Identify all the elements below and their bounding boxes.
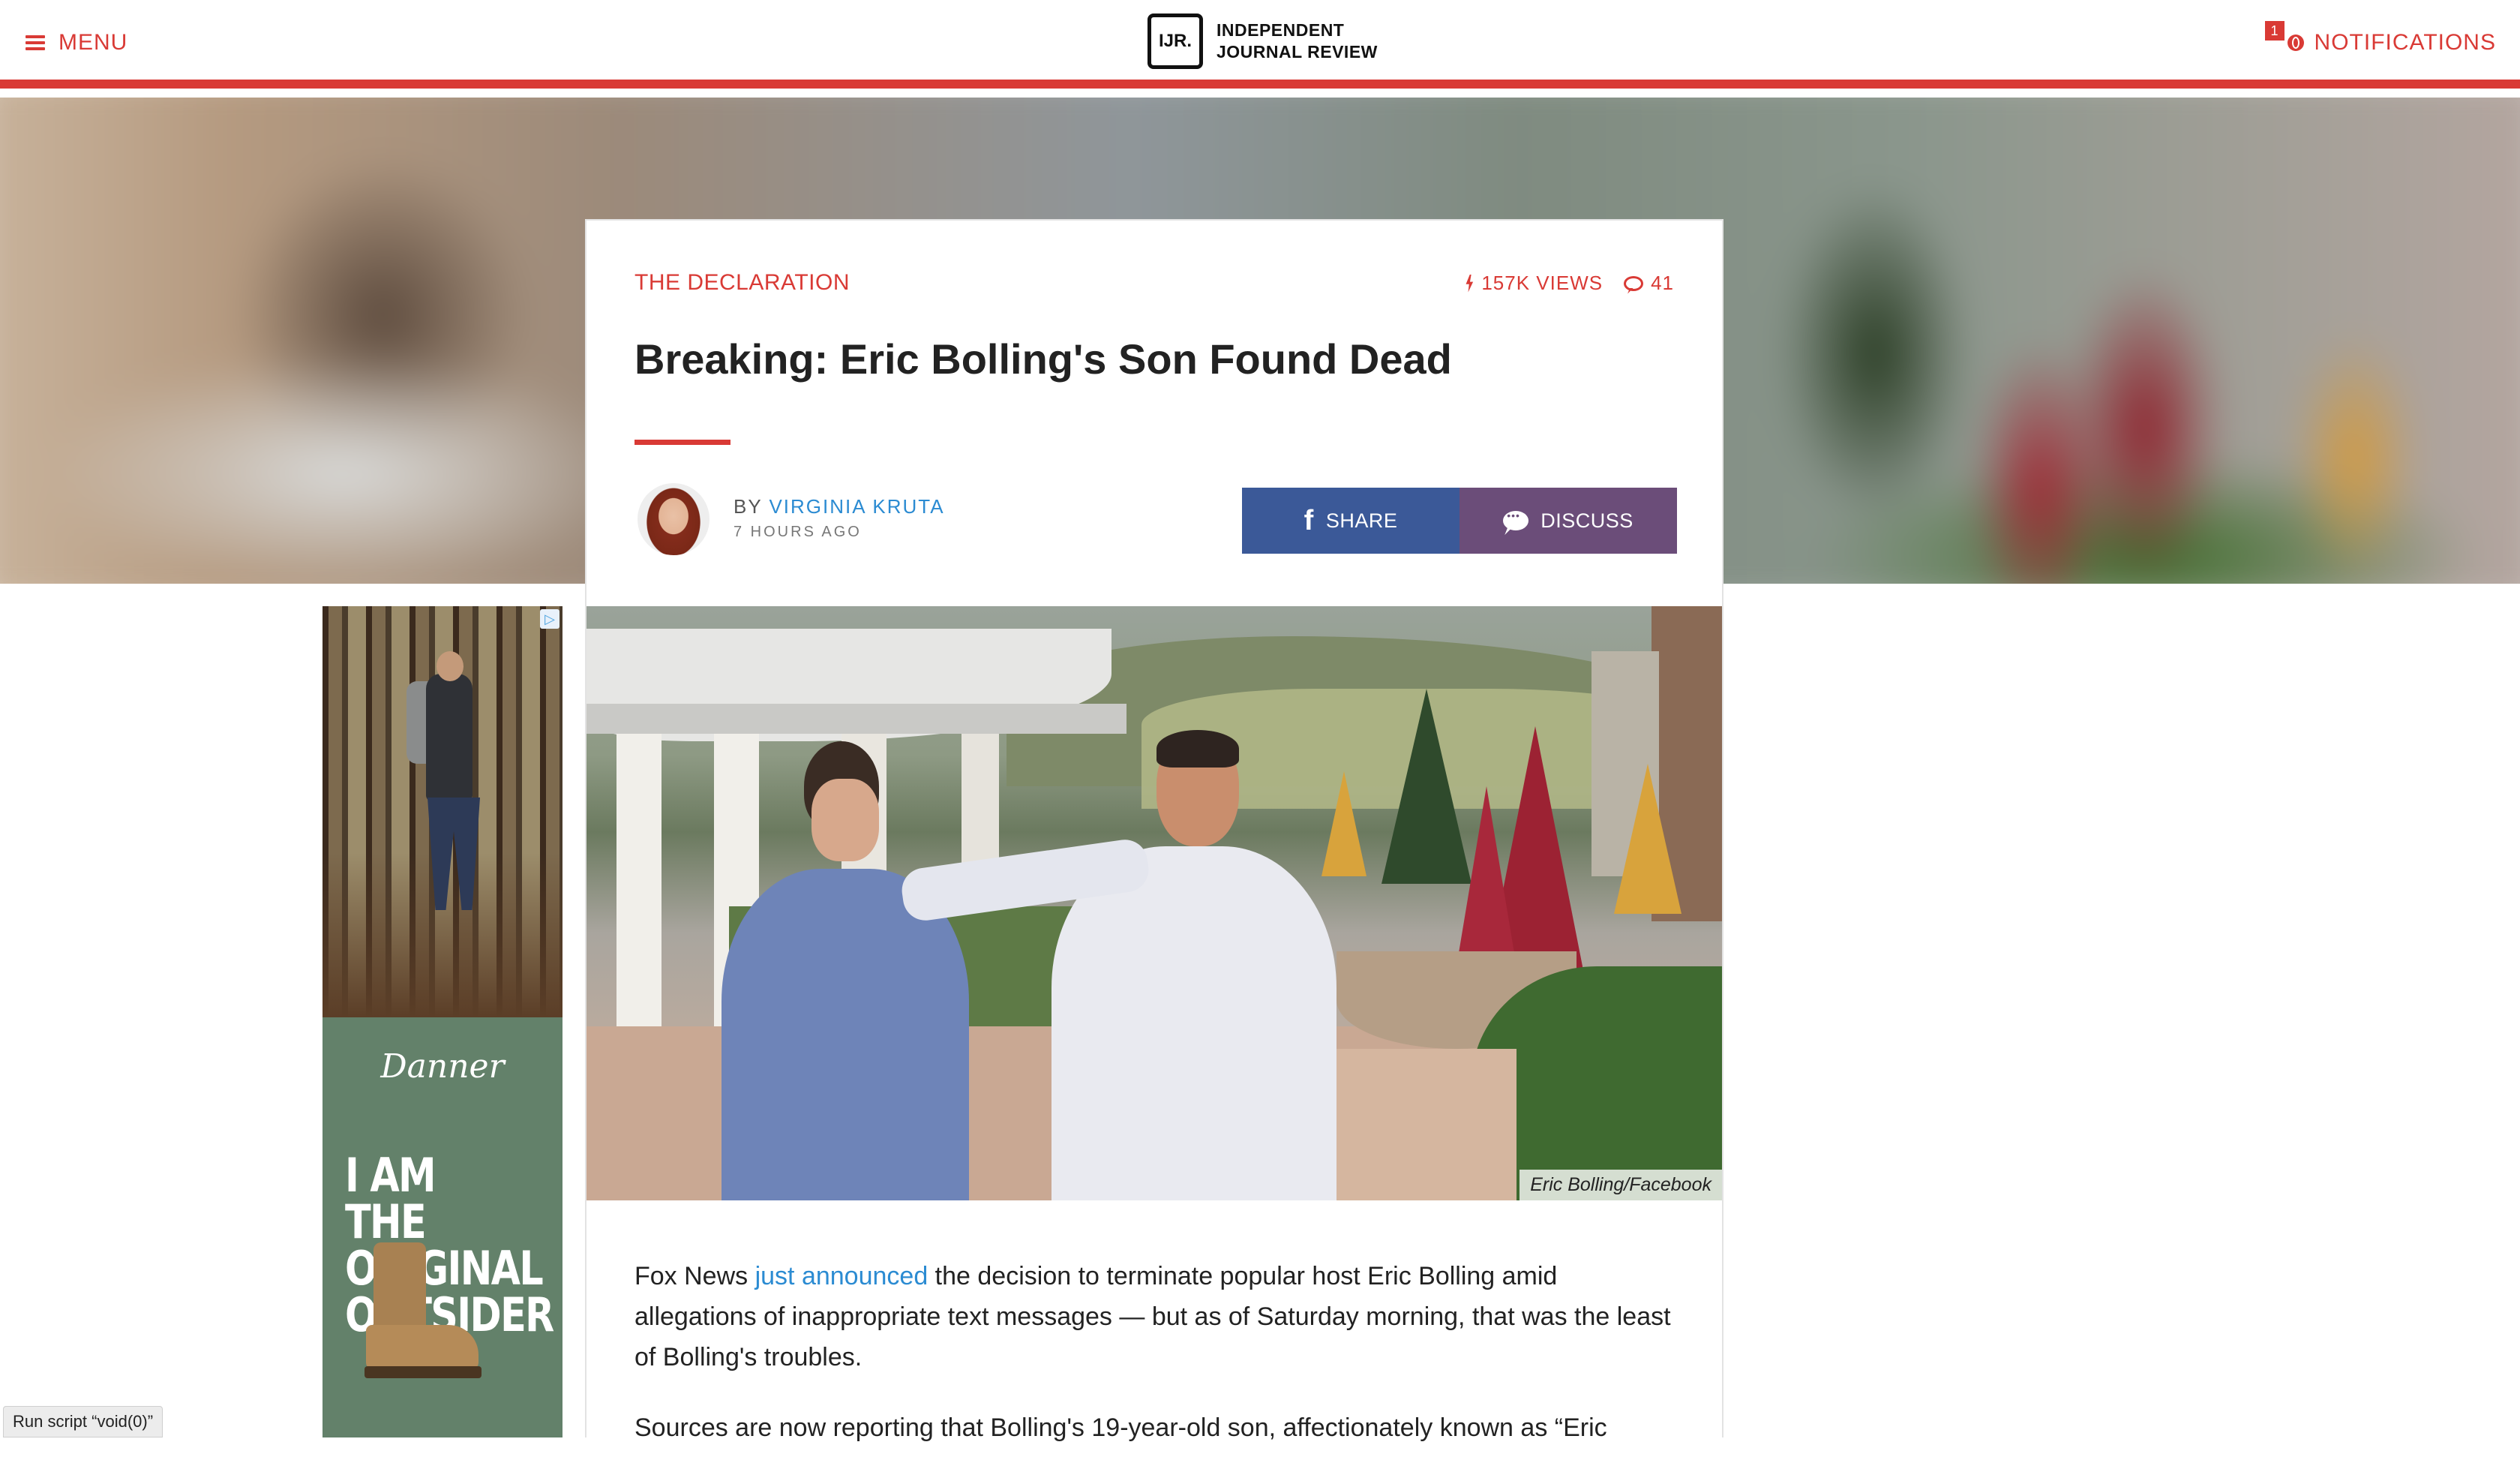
views-count: 157K VIEWS xyxy=(1465,272,1603,295)
logo-line-2: JOURNAL REVIEW xyxy=(1216,42,1378,62)
facebook-icon: f xyxy=(1304,504,1314,536)
article-card: THE DECLARATION 157K VIEWS 41 Breaking: … xyxy=(585,219,1724,1442)
top-navigation-bar: MENU IJR. INDEPENDENT JOURNAL REVIEW 1 N… xyxy=(0,0,2520,89)
article-body: Fox News just announced the decision to … xyxy=(634,1256,1677,1478)
article-headline: Breaking: Eric Bolling's Son Found Dead xyxy=(634,335,1452,383)
author-avatar[interactable] xyxy=(638,483,710,555)
sidebar-advertisement[interactable]: ▷ Danner I AM THE ORIGINAL OUTSIDER xyxy=(322,606,562,1437)
article-category-link[interactable]: THE DECLARATION xyxy=(634,270,850,296)
logo-mark: IJR. xyxy=(1148,14,1203,69)
article-stats: 157K VIEWS 41 xyxy=(1465,272,1674,295)
browser-status-bar: Run script “void(0)” xyxy=(3,1406,164,1437)
site-logo[interactable]: IJR. INDEPENDENT JOURNAL REVIEW xyxy=(1148,14,1378,69)
author-link[interactable]: VIRGINIA KRUTA xyxy=(769,495,944,518)
article-photo[interactable]: Eric Bolling/Facebook xyxy=(586,606,1722,1200)
photo-caption: Eric Bolling/Facebook xyxy=(1520,1170,1722,1200)
notification-count-badge: 1 xyxy=(2264,21,2284,41)
publish-time: 7 HOURS AGO xyxy=(734,524,862,540)
body-paragraph: Fox News just announced the decision to … xyxy=(634,1262,1671,1371)
comments-count[interactable]: 41 xyxy=(1624,272,1674,295)
body-paragraph: Sources are now reporting that Bolling's… xyxy=(634,1413,1607,1442)
notifications-button[interactable]: 1 NOTIFICATIONS xyxy=(2264,21,2496,56)
views-label: 157K VIEWS xyxy=(1481,272,1604,294)
share-buttons: f SHARE DISCUSS xyxy=(1242,488,1677,554)
discuss-button[interactable]: DISCUSS xyxy=(1460,488,1677,554)
ad-brand-logo: Danner xyxy=(380,1047,505,1086)
facebook-share-button[interactable]: f SHARE xyxy=(1242,488,1460,554)
ad-brand-panel: Danner I AM THE ORIGINAL OUTSIDER xyxy=(322,1017,562,1437)
logo-line-1: INDEPENDENT xyxy=(1216,20,1345,40)
ad-hiker-photo xyxy=(322,606,562,1017)
share-label: SHARE xyxy=(1325,509,1398,532)
ad-choices-icon[interactable]: ▷ xyxy=(540,609,560,629)
byline: BY VIRGINIA KRUTA xyxy=(734,495,945,518)
boot-image xyxy=(358,1242,482,1385)
menu-label: MENU xyxy=(58,30,128,55)
ad-headline-line: I AM THE xyxy=(345,1148,436,1249)
logo-wordmark: INDEPENDENT JOURNAL REVIEW xyxy=(1216,20,1378,63)
just-announced-link[interactable]: just announced xyxy=(755,1262,928,1290)
byline-prefix: BY xyxy=(734,495,763,518)
headline-divider xyxy=(634,440,730,445)
globe-icon: 1 xyxy=(2264,21,2304,51)
comments-label: 41 xyxy=(1651,272,1674,294)
bolt-icon xyxy=(1466,274,1474,293)
menu-button[interactable]: MENU xyxy=(26,30,128,56)
discuss-label: DISCUSS xyxy=(1540,509,1634,532)
hamburger-icon xyxy=(26,35,45,50)
comment-bubble-icon xyxy=(1624,275,1644,291)
chat-bubble-icon xyxy=(1503,509,1529,530)
notifications-label: NOTIFICATIONS xyxy=(2314,30,2496,55)
